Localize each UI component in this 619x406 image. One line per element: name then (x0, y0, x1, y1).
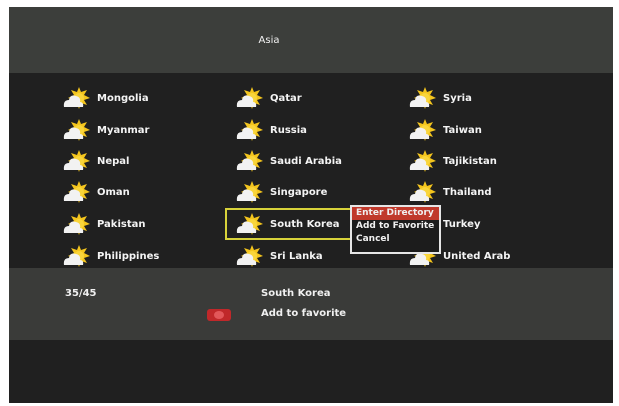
weather-sun-cloud-icon (63, 119, 90, 141)
selected-country-name: South Korea (261, 288, 331, 299)
country-item[interactable]: Russia (234, 117, 307, 143)
menu-item-enter-directory[interactable]: Enter Directory (352, 207, 439, 220)
country-label: Syria (443, 92, 472, 104)
country-item[interactable]: Myanmar (61, 117, 149, 143)
country-label: Taiwan (443, 124, 482, 136)
country-item[interactable]: Singapore (234, 179, 327, 205)
weather-sun-cloud-icon (409, 87, 436, 109)
weather-sun-cloud-icon (63, 150, 90, 172)
country-label: Singapore (270, 186, 328, 198)
red-key-icon (207, 309, 231, 321)
country-label: Turkey (443, 218, 481, 230)
country-item[interactable]: Qatar (234, 85, 302, 111)
country-label: Russia (270, 124, 307, 136)
country-label: Saudi Arabia (270, 155, 342, 167)
weather-sun-cloud-icon (236, 213, 263, 235)
country-label: Philippines (97, 250, 160, 262)
country-item[interactable]: Syria (407, 85, 472, 111)
country-item[interactable]: South Korea (225, 208, 360, 240)
weather-sun-cloud-icon (409, 119, 436, 141)
weather-sun-cloud-icon (63, 87, 90, 109)
country-label: Qatar (270, 92, 302, 104)
weather-sun-cloud-icon (63, 181, 90, 203)
country-label: Pakistan (97, 218, 146, 230)
header-bar: Asia (9, 7, 613, 73)
region-title: Asia (258, 35, 280, 46)
country-label: Mongolia (97, 92, 149, 104)
info-bar: 35/45 South Korea Add to favorite (9, 268, 613, 340)
weather-sun-cloud-icon (409, 150, 436, 172)
tv-screen: Asia Mongolia Qatar Syria Myanmar Russia Taiw… (9, 7, 613, 403)
country-label: Tajikistan (443, 155, 497, 167)
weather-sun-cloud-icon (63, 213, 90, 235)
country-label: South Korea (270, 218, 340, 230)
weather-sun-cloud-icon (236, 181, 263, 203)
country-label: Oman (97, 186, 130, 198)
country-item[interactable]: Pakistan (61, 211, 146, 237)
menu-item-cancel[interactable]: Cancel (352, 233, 439, 246)
item-counter: 35/45 (65, 288, 97, 299)
country-item[interactable]: Thailand (407, 179, 492, 205)
context-menu: Enter Directory Add to Favorite Cancel (350, 205, 441, 254)
menu-item-add-to-favorite[interactable]: Add to Favorite (352, 220, 439, 233)
favorite-hint: Add to favorite (261, 308, 347, 319)
country-item[interactable]: Taiwan (407, 117, 482, 143)
country-label: Myanmar (97, 124, 150, 136)
country-item[interactable]: Sri Lanka (234, 243, 323, 269)
weather-sun-cloud-icon (236, 245, 263, 267)
country-label: Nepal (97, 155, 130, 167)
weather-sun-cloud-icon (409, 181, 436, 203)
weather-sun-cloud-icon (236, 119, 263, 141)
bottom-area (9, 340, 613, 403)
country-label: United Arab (443, 250, 511, 262)
country-label: Thailand (443, 186, 492, 198)
weather-sun-cloud-icon (236, 150, 263, 172)
country-item[interactable]: Oman (61, 179, 130, 205)
weather-sun-cloud-icon (236, 87, 263, 109)
country-label: Sri Lanka (270, 250, 323, 262)
country-item[interactable]: Saudi Arabia (234, 148, 342, 174)
country-item[interactable]: Mongolia (61, 85, 149, 111)
country-grid: Mongolia Qatar Syria Myanmar Russia Taiwan Nep… (9, 73, 613, 268)
country-item[interactable]: Tajikistan (407, 148, 497, 174)
country-item[interactable]: Nepal (61, 148, 130, 174)
country-item[interactable]: Philippines (61, 243, 159, 269)
weather-sun-cloud-icon (63, 245, 90, 267)
